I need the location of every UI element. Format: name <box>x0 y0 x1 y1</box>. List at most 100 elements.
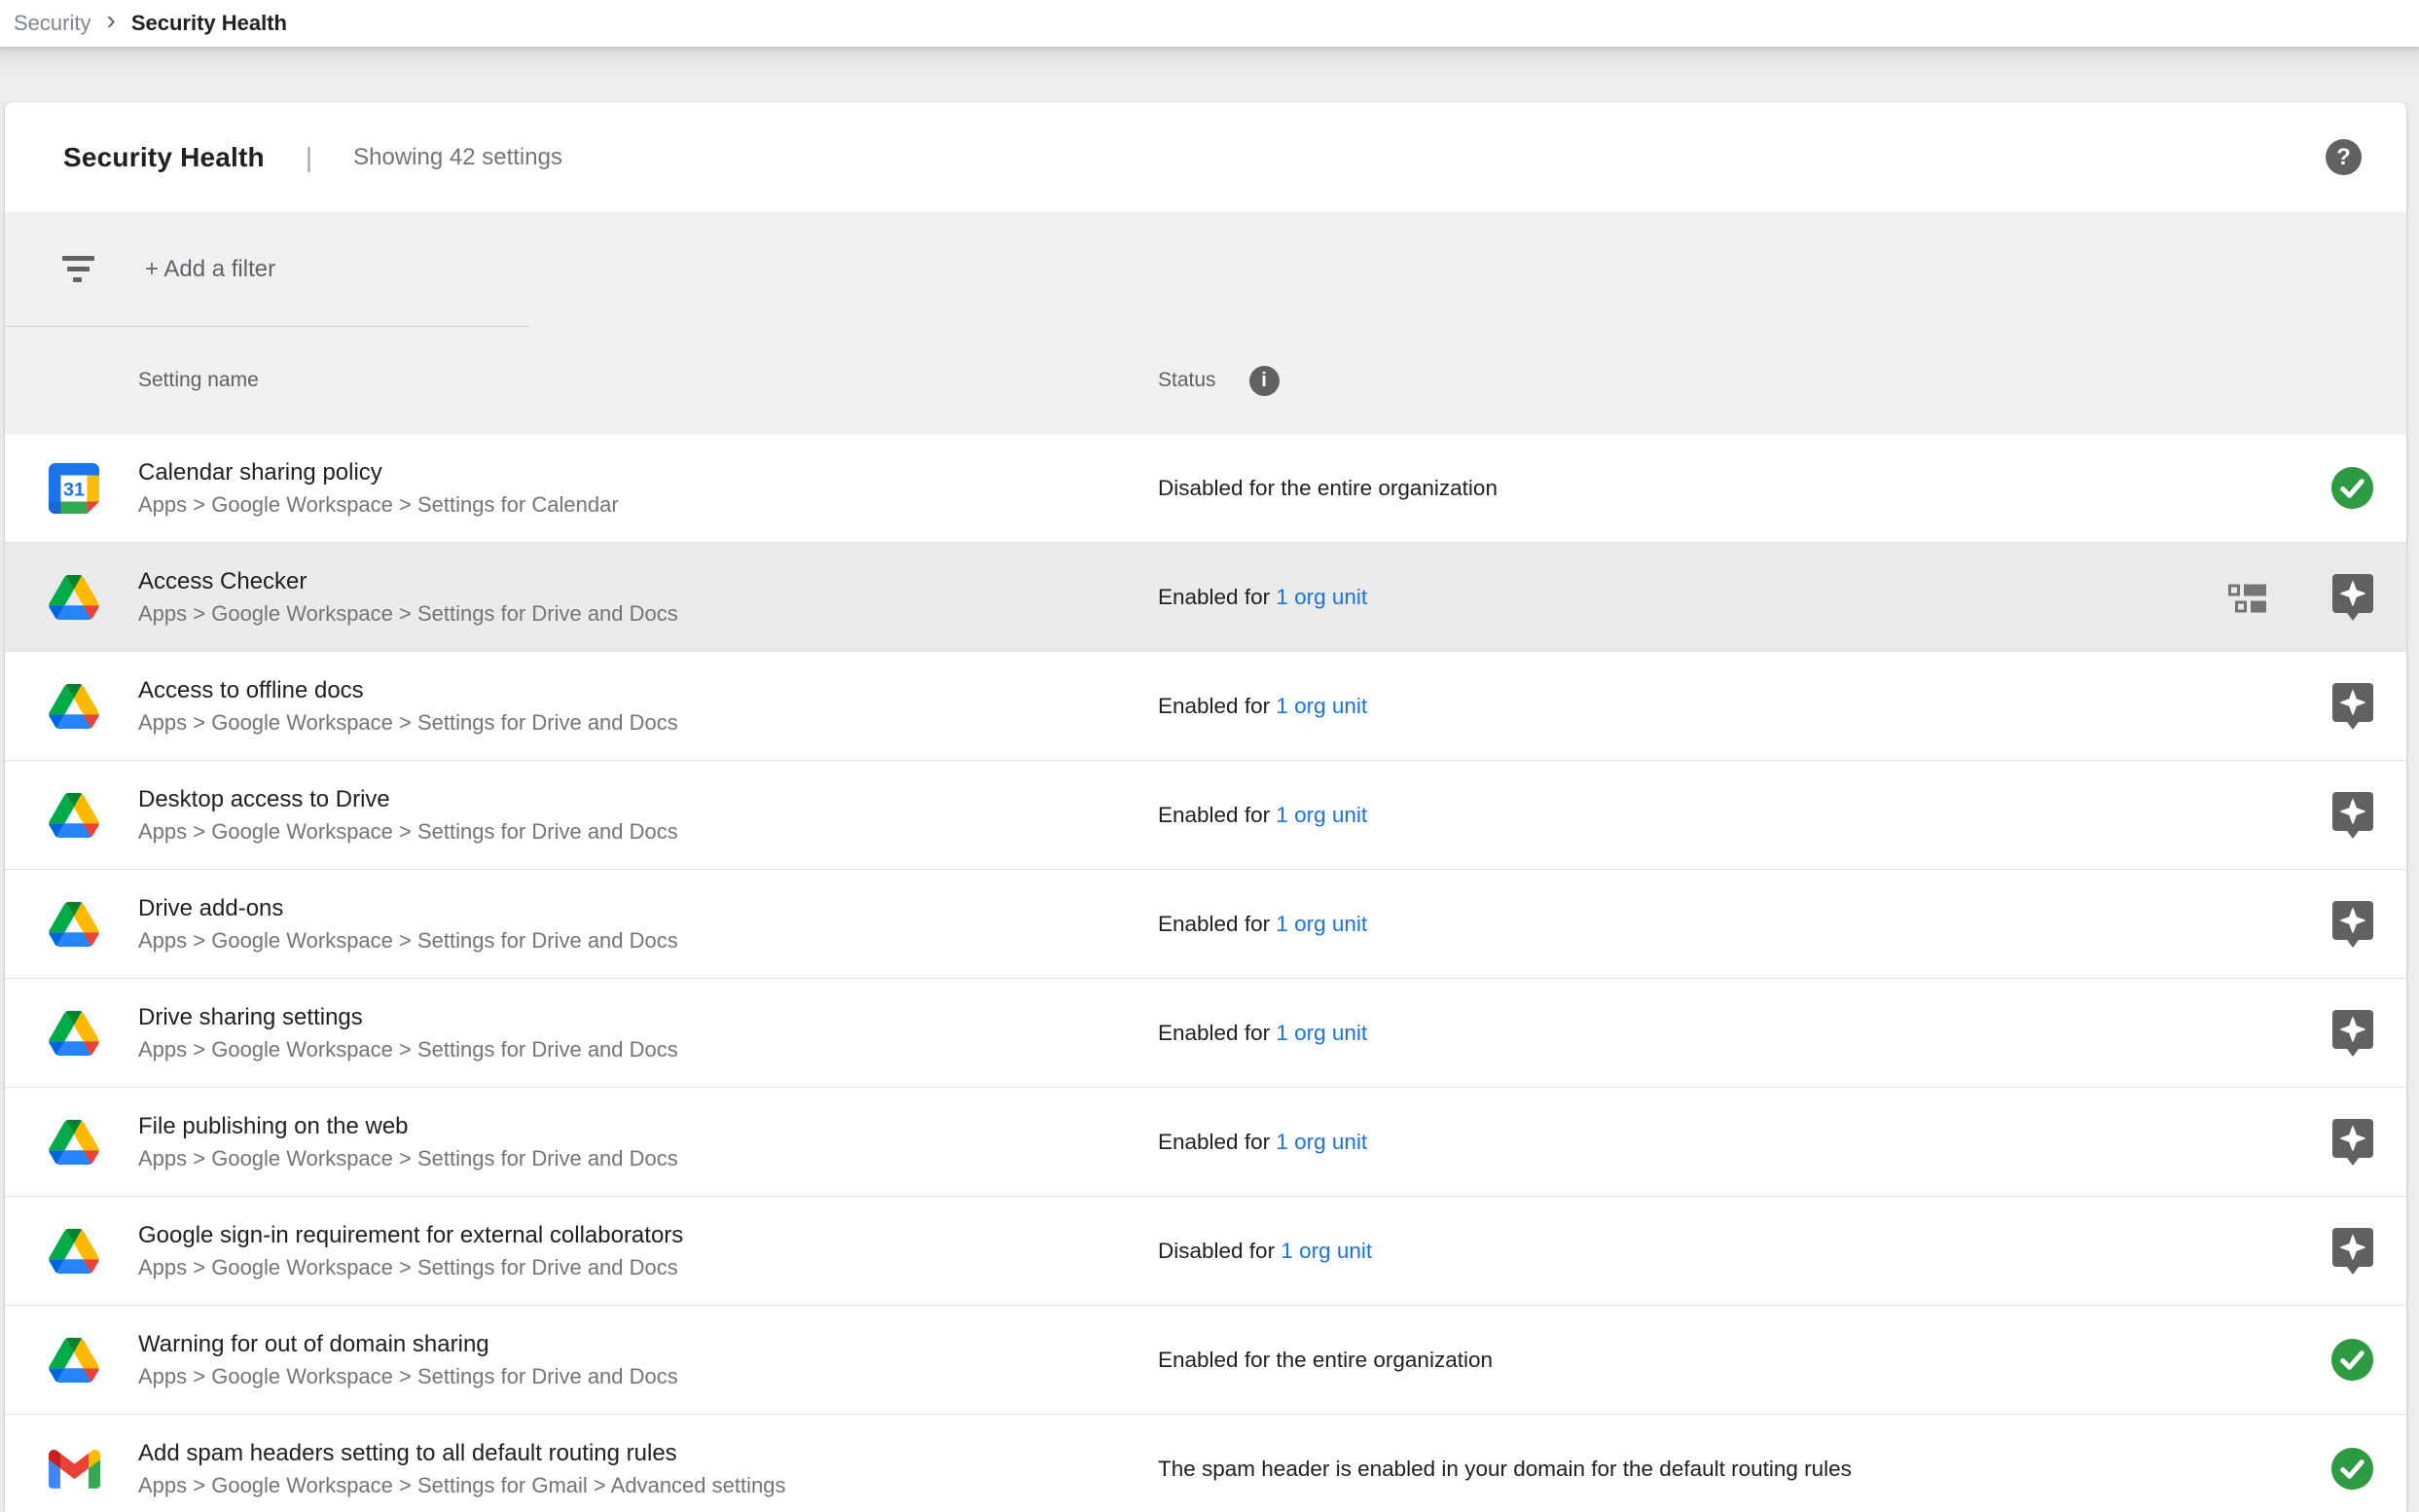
google-drive-icon <box>49 1011 99 1056</box>
status-cell: Enabled for 1 org unit <box>1158 585 2227 610</box>
column-header-status: Status i <box>1158 366 2406 396</box>
status-column-label: Status <box>1158 369 1216 392</box>
breadcrumb-parent-link[interactable]: Security <box>14 11 90 36</box>
filter-and-header-section: + Add a filter Setting name Status i <box>5 212 2406 434</box>
setting-path: Apps > Google Workspace > Settings for D… <box>138 1039 1158 1061</box>
recommendation-flag-icon[interactable] <box>2330 899 2375 950</box>
google-drive-icon <box>49 902 99 947</box>
table-row[interactable]: Warning for out of domain sharing Apps >… <box>5 1306 2406 1415</box>
add-filter-button[interactable]: + Add a filter <box>145 256 275 283</box>
setting-title: Warning for out of domain sharing <box>138 1333 1158 1356</box>
row-actions <box>2330 899 2406 950</box>
recommendation-flag-icon[interactable] <box>2330 572 2375 623</box>
help-icon[interactable]: ? <box>2326 139 2362 175</box>
table-row[interactable]: Drive add-ons Apps > Google Workspace > … <box>5 870 2406 979</box>
status-text: Enabled for <box>1158 912 1276 936</box>
status-text: Enabled for <box>1158 1021 1276 1045</box>
page-background-band <box>0 47 2419 102</box>
setting-path: Apps > Google Workspace > Settings for D… <box>138 821 1158 843</box>
status-cell: Enabled for 1 org unit <box>1158 912 2330 937</box>
app-icon-slot <box>5 1450 138 1489</box>
google-drive-icon <box>49 684 99 729</box>
row-actions <box>2330 681 2406 732</box>
status-cell: Disabled for the entire organization <box>1158 476 2329 501</box>
setting-path: Apps > Google Workspace > Settings for D… <box>138 712 1158 734</box>
status-cell: Enabled for 1 org unit <box>1158 803 2330 828</box>
org-unit-link[interactable]: 1 org unit <box>1281 1239 1372 1263</box>
app-icon-slot <box>5 793 138 838</box>
google-drive-icon <box>49 1338 99 1383</box>
row-actions <box>2227 572 2406 623</box>
status-cell: Disabled for 1 org unit <box>1158 1239 2330 1264</box>
row-actions <box>2329 465 2406 511</box>
app-icon-slot <box>5 684 138 729</box>
status-text: Disabled for the entire organization <box>1158 476 1498 500</box>
recommendation-flag-icon[interactable] <box>2330 1008 2375 1059</box>
table-row[interactable]: Access Checker Apps > Google Workspace >… <box>5 543 2406 652</box>
page-title: Security Health <box>63 142 265 173</box>
status-ok-icon <box>2329 1446 2375 1492</box>
status-text: Enabled for <box>1158 1130 1276 1154</box>
gmail-icon <box>49 1450 100 1489</box>
setting-title: Drive sharing settings <box>138 1006 1158 1029</box>
setting-title: Add spam headers setting to all default … <box>138 1442 1158 1465</box>
table-row[interactable]: Drive sharing settings Apps > Google Wor… <box>5 979 2406 1088</box>
status-text: Enabled for <box>1158 803 1276 827</box>
org-unit-link[interactable]: 1 org unit <box>1276 803 1367 827</box>
recommendation-flag-icon[interactable] <box>2330 1226 2375 1277</box>
table-row[interactable]: Desktop access to Drive Apps > Google Wo… <box>5 761 2406 870</box>
recommendation-flag-icon[interactable] <box>2330 681 2375 732</box>
org-unit-link[interactable]: 1 org unit <box>1276 912 1367 936</box>
setting-path: Apps > Google Workspace > Settings for D… <box>138 1366 1158 1387</box>
filter-underline <box>5 326 530 327</box>
row-actions <box>2329 1337 2406 1383</box>
table-row[interactable]: Access to offline docs Apps > Google Wor… <box>5 652 2406 761</box>
setting-title: File publishing on the web <box>138 1115 1158 1138</box>
row-actions <box>2329 1446 2406 1492</box>
status-ok-icon <box>2329 465 2375 511</box>
status-cell: Enabled for 1 org unit <box>1158 1021 2330 1046</box>
table-header: Setting name Status i <box>5 327 2406 434</box>
setting-path: Apps > Google Workspace > Settings for D… <box>138 603 1158 625</box>
app-icon-slot <box>5 1338 138 1383</box>
org-unit-link[interactable]: 1 org unit <box>1276 694 1367 718</box>
setting-title: Desktop access to Drive <box>138 788 1158 811</box>
column-header-setting-name: Setting name <box>5 369 1158 392</box>
filter-bar: + Add a filter <box>5 212 2406 327</box>
breadcrumb-current: Security Health <box>131 11 287 36</box>
recommendation-flag-icon[interactable] <box>2330 1117 2375 1168</box>
table-row[interactable]: 31 Calendar sharing policy Apps > Google… <box>5 434 2406 543</box>
applied-org-units-icon <box>2227 581 2268 613</box>
org-unit-link[interactable]: 1 org unit <box>1276 1021 1367 1045</box>
svg-text:31: 31 <box>63 479 85 500</box>
setting-title: Calendar sharing policy <box>138 461 1158 485</box>
setting-path: Apps > Google Workspace > Settings for C… <box>138 494 1158 516</box>
setting-path: Apps > Google Workspace > Settings for D… <box>138 1257 1158 1278</box>
app-icon-slot <box>5 1120 138 1165</box>
app-icon-slot <box>5 575 138 620</box>
status-cell: Enabled for 1 org unit <box>1158 1130 2330 1155</box>
filter-list-icon <box>61 253 98 286</box>
chevron-right-icon: › <box>106 11 115 36</box>
recommendation-flag-icon[interactable] <box>2330 790 2375 841</box>
status-ok-icon <box>2329 1337 2375 1383</box>
setting-path: Apps > Google Workspace > Settings for D… <box>138 930 1158 952</box>
settings-count-label: Showing 42 settings <box>353 144 562 171</box>
table-row[interactable]: File publishing on the web Apps > Google… <box>5 1088 2406 1197</box>
status-text: Enabled for the entire organization <box>1158 1348 1493 1372</box>
table-row[interactable]: Google sign-in requirement for external … <box>5 1197 2406 1306</box>
row-actions <box>2330 1226 2406 1277</box>
status-text: Enabled for <box>1158 694 1276 718</box>
org-unit-link[interactable]: 1 org unit <box>1276 1130 1367 1154</box>
table-row[interactable]: Add spam headers setting to all default … <box>5 1415 2406 1512</box>
google-calendar-icon: 31 <box>49 463 99 514</box>
google-drive-icon <box>49 575 99 620</box>
info-icon[interactable]: i <box>1249 366 1280 396</box>
org-unit-link[interactable]: 1 org unit <box>1276 585 1367 609</box>
setting-path: Apps > Google Workspace > Settings for G… <box>138 1475 1158 1496</box>
google-drive-icon <box>49 793 99 838</box>
card-header: Security Health | Showing 42 settings ? <box>5 102 2406 212</box>
setting-title: Access Checker <box>138 570 1158 594</box>
app-icon-slot <box>5 1229 138 1274</box>
row-actions <box>2330 1117 2406 1168</box>
